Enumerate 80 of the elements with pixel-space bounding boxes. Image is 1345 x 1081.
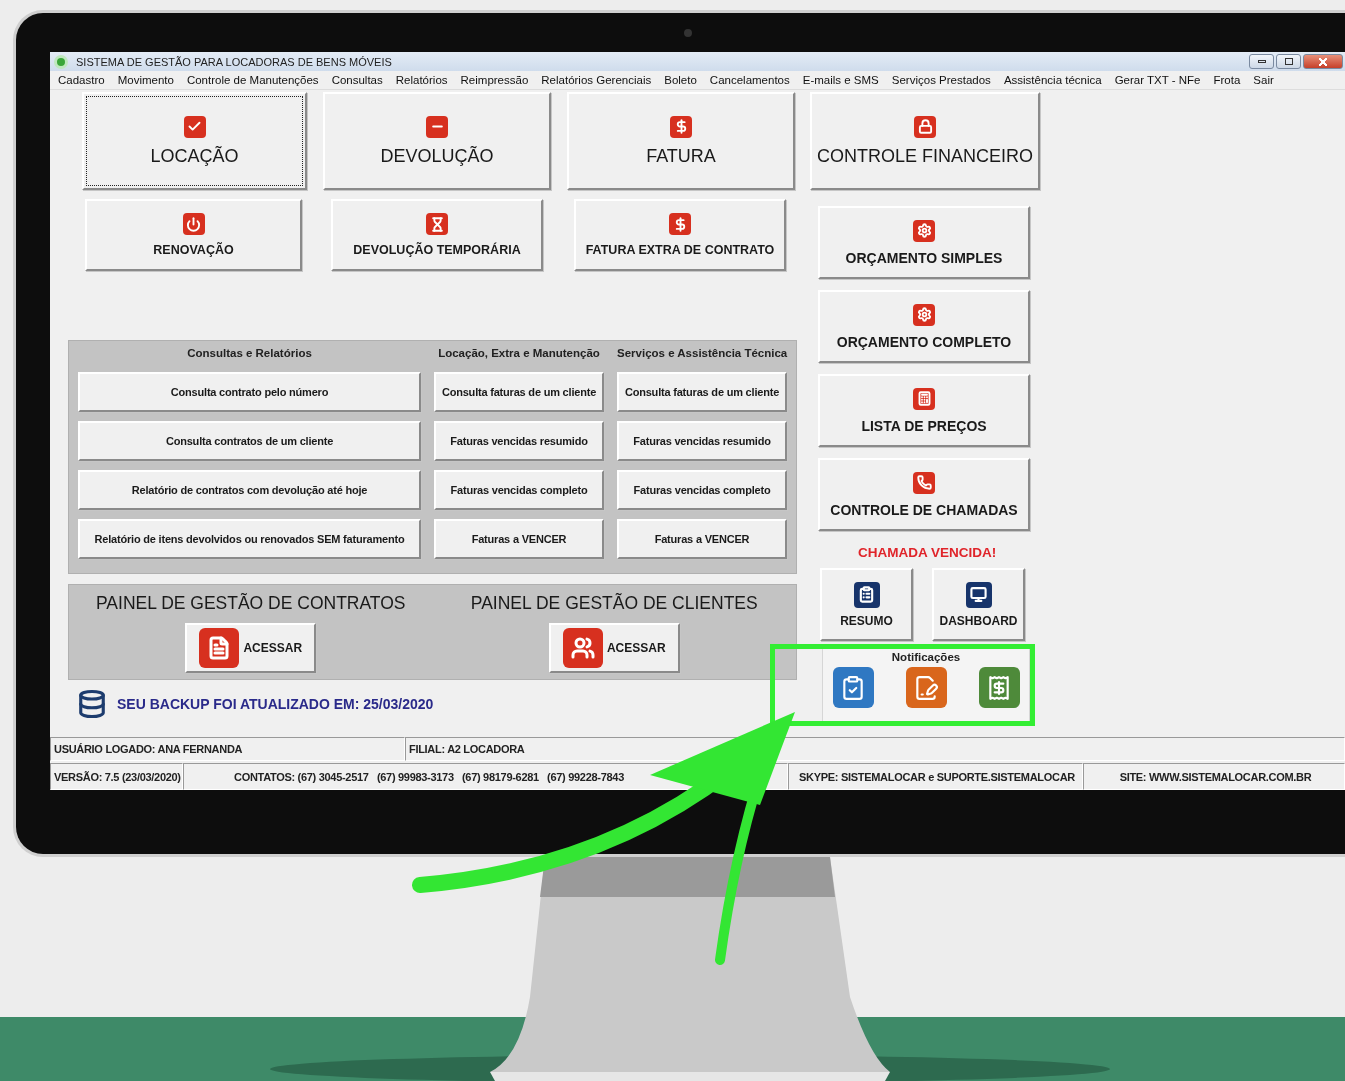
menu-item[interactable]: Relatórios [395, 74, 448, 86]
monitor-icon [965, 581, 992, 608]
document-icon [199, 628, 240, 668]
power-icon [182, 213, 205, 235]
menu-item[interactable]: Boleto [664, 74, 697, 86]
gear-icon [913, 303, 935, 326]
menu-item[interactable]: Cancelamentos [709, 74, 790, 86]
column-heading: Serviços e Assistência Técnica [617, 347, 787, 361]
menu-item[interactable]: E-mails e SMS [802, 74, 879, 86]
close-button[interactable] [1303, 54, 1343, 69]
report-button[interactable]: Faturas vencidas resumido [617, 421, 787, 461]
window-title: SISTEMA DE GESTÃO PARA LOCADORAS DE BENS MÓVEIS [76, 55, 393, 68]
camera-dot [684, 29, 692, 37]
report-button[interactable]: Faturas vencidas completo [617, 470, 787, 510]
function-button[interactable]: RENOVAÇÃO [85, 199, 302, 271]
menu-item[interactable]: Frota [1213, 74, 1241, 86]
report-button[interactable]: Consulta faturas de um cliente [434, 372, 604, 412]
status-cell: SKYPE: SISTEMALOCAR e SUPORTE.SISTEMALOCAR [788, 763, 1083, 790]
main-button[interactable]: FATURA [567, 92, 795, 190]
access-button[interactable]: ACESSAR [185, 623, 317, 673]
status-cell: VERSÃO: 7.5 (23/03/2020) [50, 763, 183, 790]
menu-item[interactable]: Cadastro [58, 74, 105, 86]
side-button[interactable]: CONTROLE DE CHAMADAS [818, 458, 1030, 531]
clipboard-icon [853, 581, 880, 608]
status-cell: FILIAL: A2 LOCADORA [405, 737, 1345, 761]
status-cell: SITE: WWW.SISTEMALOCAR.COM.BR [1083, 763, 1345, 790]
report-button[interactable]: Faturas a VENCER [434, 519, 604, 559]
function-button[interactable]: FATURA EXTRA DE CONTRATO [574, 199, 786, 271]
people-icon [562, 628, 603, 668]
menu-item[interactable]: Relatórios Gerenciais [541, 74, 652, 86]
alert-text: CHAMADA VENCIDA! [858, 545, 997, 560]
report-button[interactable]: Consulta contratos de um cliente [78, 421, 421, 461]
minimize-button[interactable] [1249, 54, 1274, 69]
phone-icon [913, 471, 935, 494]
finance-button[interactable]: CONTROLE FINANCEIRO [810, 92, 1040, 190]
function-button[interactable]: DEVOLUÇÃO TEMPORÁRIA [331, 199, 543, 271]
shortcut-button[interactable]: RESUMO [820, 568, 913, 641]
report-button[interactable]: Consulta faturas de um cliente [617, 372, 787, 412]
shortcut-button[interactable]: DASHBOARD [932, 568, 1025, 641]
side-button[interactable]: ORÇAMENTO SIMPLES [818, 206, 1030, 279]
report-button[interactable]: Consulta contrato pelo número [78, 372, 421, 412]
report-button[interactable]: Faturas vencidas completo [434, 470, 604, 510]
status-cell: USUÁRIO LOGADO: ANA FERNANDA [50, 737, 405, 761]
menu-item[interactable]: Movimento [117, 74, 174, 86]
side-button[interactable]: LISTA DE PREÇOS [818, 374, 1030, 447]
menu-item[interactable]: Serviços Prestados [891, 74, 991, 86]
app-icon [54, 54, 68, 69]
hourglass-icon [426, 213, 448, 235]
panel-title: PAINEL DE GESTÃO DE CLIENTES [470, 593, 758, 614]
column-heading: Consultas e Relatórios [186, 347, 313, 361]
menu-item[interactable]: Controle de Manutenções [186, 74, 319, 86]
backup-status: SEU BACKUP FOI ATUALIZADO EM: 25/03/2020 [117, 696, 434, 712]
main-button[interactable]: DEVOLUÇÃO [323, 92, 551, 190]
menu-item[interactable]: Gerar TXT - NFe [1114, 74, 1201, 86]
document-pen-icon[interactable] [905, 667, 947, 708]
notifications-title: Notificações [891, 651, 961, 663]
minus-icon [426, 115, 448, 138]
menu-item[interactable]: Assistência técnica [1003, 74, 1102, 86]
receipt-icon[interactable] [978, 667, 1020, 708]
menu-item[interactable]: Sair [1253, 74, 1274, 86]
side-button[interactable]: ORÇAMENTO COMPLETO [818, 290, 1030, 363]
check-icon [183, 115, 206, 138]
dollar-icon [669, 213, 691, 235]
report-button[interactable]: Relatório de itens devolvidos ou renovados SEM faturamento [78, 519, 421, 559]
panel-title: PAINEL DE GESTÃO DE CONTRATOS [95, 593, 406, 614]
gear-icon [913, 219, 935, 242]
checklist-icon[interactable] [832, 667, 874, 708]
main-button[interactable]: LOCAÇÃO [82, 92, 307, 190]
menu-item[interactable]: Reimpressão [460, 74, 529, 86]
dollar-icon [670, 115, 692, 138]
database-icon [77, 689, 107, 719]
report-button[interactable]: Faturas a VENCER [617, 519, 787, 559]
calculator-icon [913, 387, 935, 410]
column-heading: Locação, Extra e Manutenção [437, 347, 601, 361]
restore-button[interactable] [1276, 54, 1301, 69]
report-button[interactable]: Faturas vencidas resumido [434, 421, 604, 461]
lock-icon [914, 115, 936, 138]
report-button[interactable]: Relatório de contratos com devolução até hoje [78, 470, 421, 510]
menu-item[interactable]: Consultas [331, 74, 383, 86]
access-button[interactable]: ACESSAR [548, 623, 680, 673]
